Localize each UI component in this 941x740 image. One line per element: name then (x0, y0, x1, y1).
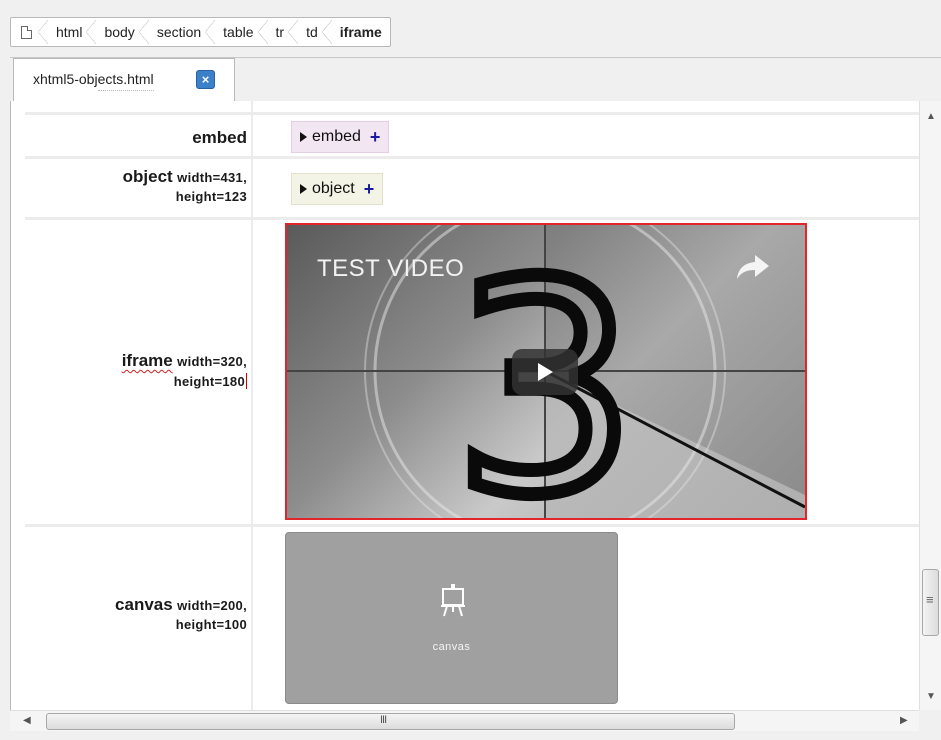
column-divider (251, 101, 253, 710)
iframe-label-cell: iframe width=320, height=180 (25, 351, 247, 389)
canvas-tag-label: canvas (115, 595, 173, 614)
tab-grip (98, 90, 154, 93)
tab-label: xhtml5-objects.html (33, 71, 154, 87)
breadcrumb-item-table[interactable]: table (215, 18, 268, 46)
expand-triangle-icon[interactable] (300, 132, 307, 142)
add-attribute-icon[interactable]: + (364, 179, 375, 200)
object-collapsed-label: object (312, 180, 355, 197)
breadcrumb-item-tr[interactable]: tr (268, 18, 299, 46)
object-attr-width: width=431, (177, 170, 247, 185)
scroll-up-arrow-icon[interactable]: ▲ (926, 111, 936, 122)
horizontal-scrollbar[interactable]: ◀ III ▶ (10, 710, 919, 731)
play-icon[interactable] (512, 349, 578, 395)
text-caret (246, 373, 247, 389)
canvas-placeholder-label: canvas (432, 641, 471, 653)
horizontal-scroll-thumb[interactable]: III (46, 713, 735, 730)
canvas-attr-width: width=200, (177, 598, 247, 613)
tab-bar: xhtml5-objects.html × (10, 57, 941, 103)
easel-icon (441, 584, 465, 617)
expand-triangle-icon[interactable] (300, 184, 307, 194)
embed-collapsed-element[interactable]: embed + (291, 121, 390, 153)
breadcrumb: html body section table tr td iframe (10, 17, 391, 47)
editor-window: html body section table tr td iframe xht… (0, 0, 941, 740)
scroll-left-arrow-icon[interactable]: ◀ (23, 715, 31, 726)
breadcrumb-item-body[interactable]: body (96, 18, 150, 46)
row-divider (25, 112, 919, 115)
iframe-attr-height-text: height=180 (173, 374, 245, 389)
object-label-cell: object width=431, height=123 (25, 167, 247, 204)
breadcrumb-item-iframe[interactable]: iframe (332, 18, 390, 46)
tab-xhtml5-objects[interactable]: xhtml5-objects.html × (13, 58, 235, 103)
scroll-right-arrow-icon[interactable]: ▶ (900, 715, 908, 726)
breadcrumb-item-html[interactable]: html (48, 18, 97, 46)
object-collapsed-element[interactable]: object + (291, 173, 384, 205)
object-tag-label: object (122, 167, 173, 186)
scroll-down-arrow-icon[interactable]: ▼ (926, 691, 936, 702)
row-divider (25, 156, 919, 159)
video-title: TEST VIDEO (317, 255, 465, 282)
canvas-placeholder[interactable]: canvas (285, 532, 618, 704)
scroll-grip: III (380, 714, 387, 726)
row-divider (25, 217, 919, 220)
close-icon[interactable]: × (196, 70, 215, 89)
row-divider (25, 524, 919, 527)
iframe-tag-label: iframe (121, 351, 173, 370)
canvas-label-cell: canvas width=200, height=100 (25, 595, 247, 632)
breadcrumb-root[interactable] (11, 18, 48, 46)
breadcrumb-item-td[interactable]: td (298, 18, 332, 46)
editor-area[interactable]: embed embed + object width=431, height=1… (10, 101, 919, 710)
iframe-attr-height: height=180 (25, 373, 247, 389)
iframe-attr-width: width=320, (177, 354, 247, 369)
object-attr-height: height=123 (175, 189, 247, 204)
iframe-video-embed[interactable]: 3 TEST VIDEO (285, 223, 807, 520)
embed-tag-label: embed (192, 128, 247, 147)
embed-label-cell: embed (25, 128, 247, 148)
add-attribute-icon[interactable]: + (370, 127, 381, 148)
scrollbar-corner (919, 710, 941, 731)
vertical-scroll-thumb[interactable] (922, 569, 939, 636)
embed-collapsed-label: embed (312, 128, 361, 145)
canvas-attr-height: height=100 (175, 617, 247, 632)
document-icon (21, 25, 32, 39)
breadcrumb-item-section[interactable]: section (149, 18, 216, 46)
vertical-scrollbar[interactable]: ▲ ▼ (919, 101, 941, 710)
share-icon[interactable] (735, 253, 771, 281)
